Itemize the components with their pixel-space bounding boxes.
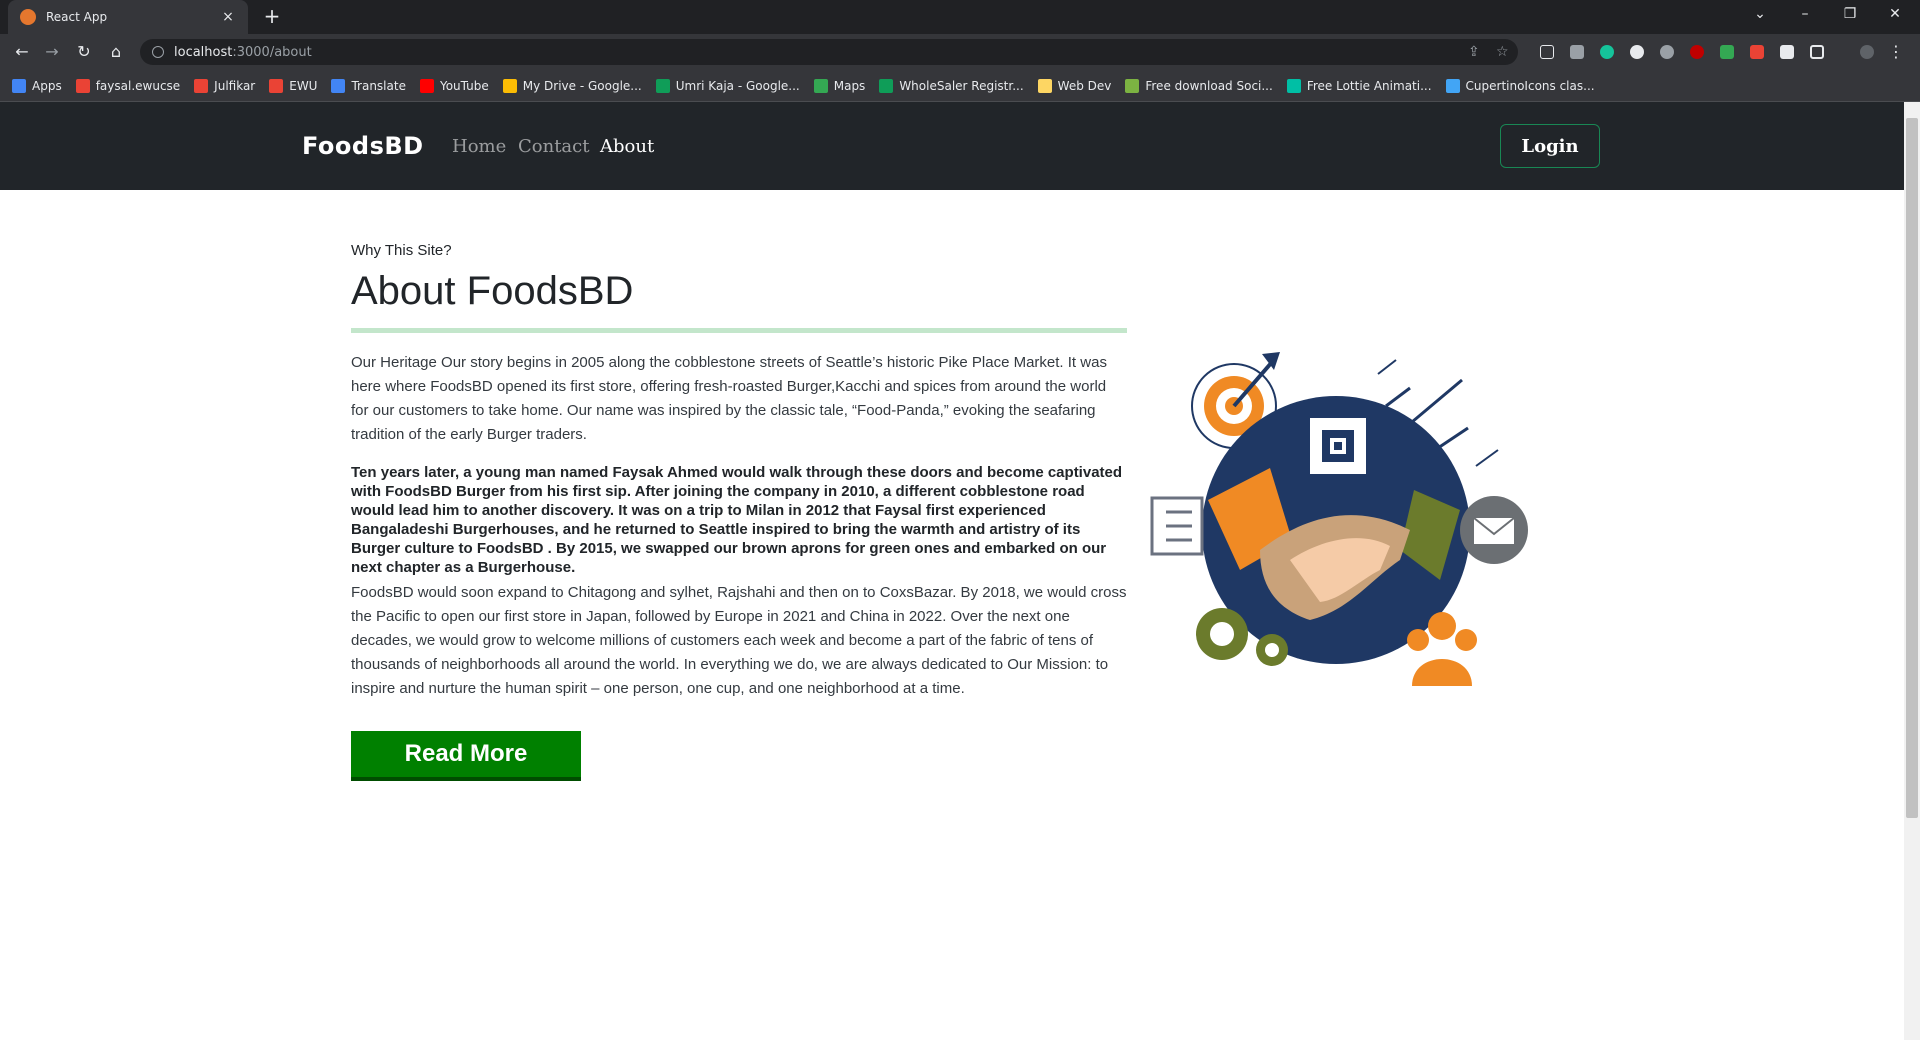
bookmark-label: Julfikar — [214, 78, 256, 93]
page-viewport: FoodsBD Home Contact About Login Why Thi… — [0, 102, 1904, 1040]
bookmark-label: Free Lottie Animati... — [1306, 78, 1432, 93]
bookmark-star-icon[interactable]: ☆ — [1496, 44, 1509, 60]
share-icon[interactable]: ⇪ — [1468, 44, 1480, 60]
bookmark-favicon-icon — [75, 78, 90, 93]
pen-extension-icon[interactable] — [1570, 45, 1584, 59]
browser-tab[interactable]: React App × — [8, 0, 248, 34]
bookmark-item[interactable]: My Drive - Google... — [502, 78, 642, 93]
menu-kebab-icon[interactable]: ⋮ — [1886, 42, 1906, 62]
page-scrollbar[interactable] — [1904, 102, 1920, 1040]
bookmark-item[interactable]: Translate — [331, 78, 406, 93]
minimize-icon[interactable]: – — [1795, 6, 1815, 22]
bookmark-label: WholeSaler Registr... — [899, 78, 1024, 93]
bookmark-favicon-icon — [502, 78, 517, 93]
profile-avatar[interactable] — [1860, 45, 1874, 59]
bookmark-favicon-icon — [12, 78, 26, 93]
bookmark-favicon-icon — [269, 78, 284, 93]
login-button[interactable]: Login — [1500, 124, 1600, 168]
bookmark-item[interactable]: Julfikar — [194, 78, 256, 93]
bookmark-item[interactable]: EWU — [269, 78, 318, 93]
bookmark-item[interactable]: Maps — [813, 78, 866, 93]
brand-logo[interactable]: FoodsBD — [302, 132, 424, 160]
bookmark-label: Web Dev — [1057, 78, 1112, 93]
restore-icon[interactable]: ❐ — [1840, 6, 1860, 22]
bookmark-label: CupertinoIcons clas... — [1465, 78, 1595, 93]
clock-extension-icon[interactable] — [1630, 45, 1644, 59]
bookmark-favicon-icon — [194, 78, 209, 93]
bookmark-favicon-icon — [1445, 78, 1460, 93]
tab-search-icon[interactable]: ⌄ — [1750, 6, 1770, 22]
about-section: Why This Site? About FoodsBD Our Heritag… — [351, 242, 1127, 781]
browser-toolbar: ← → ↻ ⌂ localhost:3000/about ⇪ ☆ ⋮ — [0, 34, 1920, 70]
bookmark-item[interactable]: Apps — [12, 78, 62, 93]
tab-title: React App — [46, 10, 108, 24]
bookmarks-bar: Apps faysal.ewucse Julfikar EWU Translate You… — [0, 70, 1920, 102]
expansion-paragraph: FoodsBD would soon expand to Chitagong a… — [351, 584, 1127, 697]
bookmark-label: Apps — [32, 78, 62, 93]
bookmark-favicon-icon — [813, 78, 828, 93]
bookmark-favicon-icon — [655, 78, 670, 93]
close-icon[interactable]: × — [220, 9, 236, 25]
cloud-extension-icon[interactable] — [1660, 45, 1674, 59]
nav-about[interactable]: About — [600, 136, 654, 157]
scrollbar-thumb[interactable] — [1906, 118, 1918, 818]
title-divider — [351, 328, 1127, 333]
bookmark-item[interactable]: Free Lottie Animati... — [1286, 78, 1432, 93]
bookmark-favicon-icon — [419, 78, 434, 93]
window-close-icon[interactable]: ✕ — [1885, 6, 1905, 22]
ublock-icon[interactable] — [1690, 45, 1704, 59]
bookmark-favicon-icon — [331, 78, 346, 93]
bookmark-favicon-icon — [1125, 78, 1140, 93]
side-panel-icon[interactable] — [1810, 45, 1824, 59]
bookmark-item[interactable]: Web Dev — [1037, 78, 1112, 93]
grammarly-icon[interactable] — [1600, 45, 1614, 59]
bookmark-item[interactable]: CupertinoIcons clas... — [1445, 78, 1595, 93]
bookmark-item[interactable]: Free download Soci... — [1125, 78, 1273, 93]
forward-icon[interactable]: → — [42, 42, 62, 62]
page-title: About FoodsBD — [351, 269, 634, 313]
bookmark-favicon-icon — [1286, 78, 1301, 93]
bookmark-label: YouTube — [439, 78, 489, 93]
team-icon — [1428, 612, 1456, 640]
red-extension-icon[interactable] — [1750, 45, 1764, 59]
back-icon[interactable]: ← — [12, 42, 32, 62]
nav-home[interactable]: Home — [452, 136, 506, 157]
bookmark-favicon-icon — [879, 78, 894, 93]
url-path: :3000/about — [232, 44, 312, 60]
new-tab-icon[interactable]: + — [262, 6, 282, 26]
bookmark-label: EWU — [289, 78, 318, 93]
handshake-illustration — [1150, 352, 1528, 686]
nav-contact[interactable]: Contact — [518, 136, 589, 157]
site-info-icon[interactable] — [152, 46, 164, 58]
read-more-button[interactable]: Read More — [351, 731, 581, 781]
address-bar[interactable]: localhost:3000/about ⇪ ☆ — [140, 39, 1518, 65]
tab-strip: React App × + ⌄ – ❐ ✕ — [0, 0, 1920, 34]
shield-extension-icon[interactable] — [1720, 45, 1734, 59]
bookmark-favicon-icon — [1037, 78, 1052, 93]
eyebrow-text: Why This Site? — [351, 242, 452, 259]
bookmark-label: Maps — [833, 78, 866, 93]
bookmark-item[interactable]: YouTube — [419, 78, 489, 93]
growth-arrows-icon — [1377, 359, 1397, 375]
bookmark-label: Umri Kaja - Google... — [675, 78, 800, 93]
bookmark-label: Translate — [351, 78, 406, 93]
reload-icon[interactable]: ↻ — [74, 42, 94, 62]
bookmark-label: Free download Soci... — [1145, 78, 1273, 93]
bookmark-label: faysal.ewucse — [95, 78, 181, 93]
device-icon[interactable] — [1540, 45, 1554, 59]
browser-chrome: React App × + ⌄ – ❐ ✕ ← → ↻ ⌂ localhost:… — [0, 0, 1920, 102]
heritage-paragraph: Our Heritage Our story begins in 2005 al… — [351, 354, 1107, 443]
puzzle-icon[interactable] — [1780, 45, 1794, 59]
bookmark-label: My Drive - Google... — [522, 78, 642, 93]
home-icon[interactable]: ⌂ — [106, 42, 126, 62]
url-host: localhost — [174, 44, 233, 60]
founder-paragraph: Ten years later, a young man named Faysa… — [351, 464, 1123, 576]
bookmark-item[interactable]: faysal.ewucse — [75, 78, 181, 93]
react-favicon-icon — [20, 9, 36, 25]
bookmark-item[interactable]: WholeSaler Registr... — [879, 78, 1024, 93]
site-navbar: FoodsBD Home Contact About Login — [0, 102, 1904, 190]
bookmark-item[interactable]: Umri Kaja - Google... — [655, 78, 800, 93]
